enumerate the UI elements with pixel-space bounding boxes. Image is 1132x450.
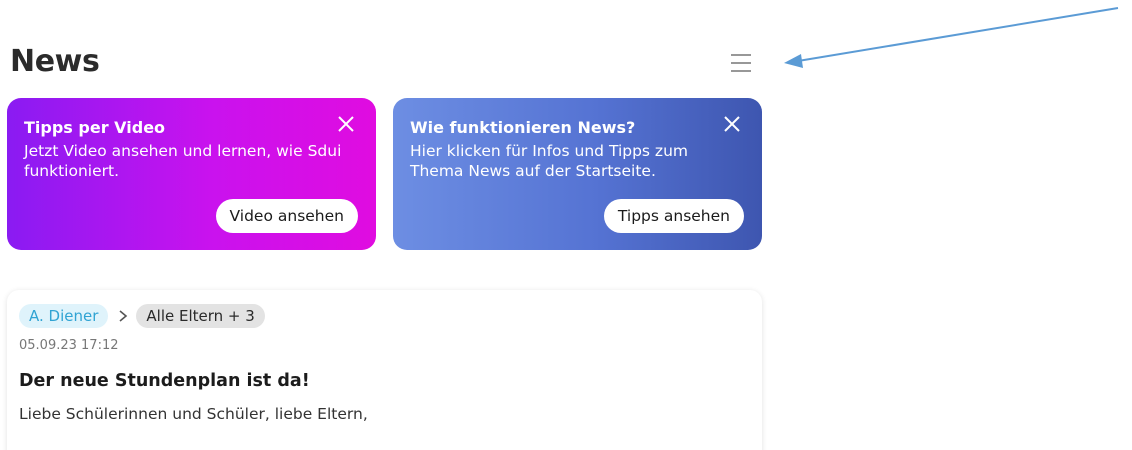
post-meta: A. Diener Alle Eltern + 3 [19,304,750,328]
post-body: Liebe Schülerinnen und Schüler, liebe El… [19,405,368,423]
menu-button[interactable] [728,52,754,74]
tip-text: Hier klicken für Infos und Tipps zum The… [410,142,688,180]
tip-title: Tipps per Video [24,118,166,137]
tip-title: Wie funktionieren News? [410,118,636,137]
close-tip-button[interactable] [722,114,742,134]
tip-card-video: Tipps per Video Jetzt Video ansehen und … [7,98,376,250]
tip-text: Jetzt Video ansehen und lernen, wie Sdui… [24,142,342,180]
author-chip[interactable]: A. Diener [19,304,109,328]
hamburger-menu-icon [731,54,751,72]
view-tips-button[interactable]: Tipps ansehen [603,199,744,233]
news-post-card[interactable]: A. Diener Alle Eltern + 3 05.09.23 17:12… [7,290,762,450]
news-page: News Tipps per Video Jetzt Video ansehen… [0,0,1132,450]
close-tip-button[interactable] [336,114,356,134]
watch-video-button[interactable]: Video ansehen [215,199,358,233]
post-title[interactable]: Der neue Stundenplan ist da! [19,371,750,391]
chevron-right-icon [119,310,128,322]
recipients-chip[interactable]: Alle Eltern + 3 [136,304,265,328]
post-date: 05.09.23 17:12 [19,338,119,353]
page-title: News [10,44,100,79]
tip-card-news-help[interactable]: Wie funktionieren News? Hier klicken für… [393,98,762,250]
close-icon [338,116,354,132]
close-icon [724,116,740,132]
